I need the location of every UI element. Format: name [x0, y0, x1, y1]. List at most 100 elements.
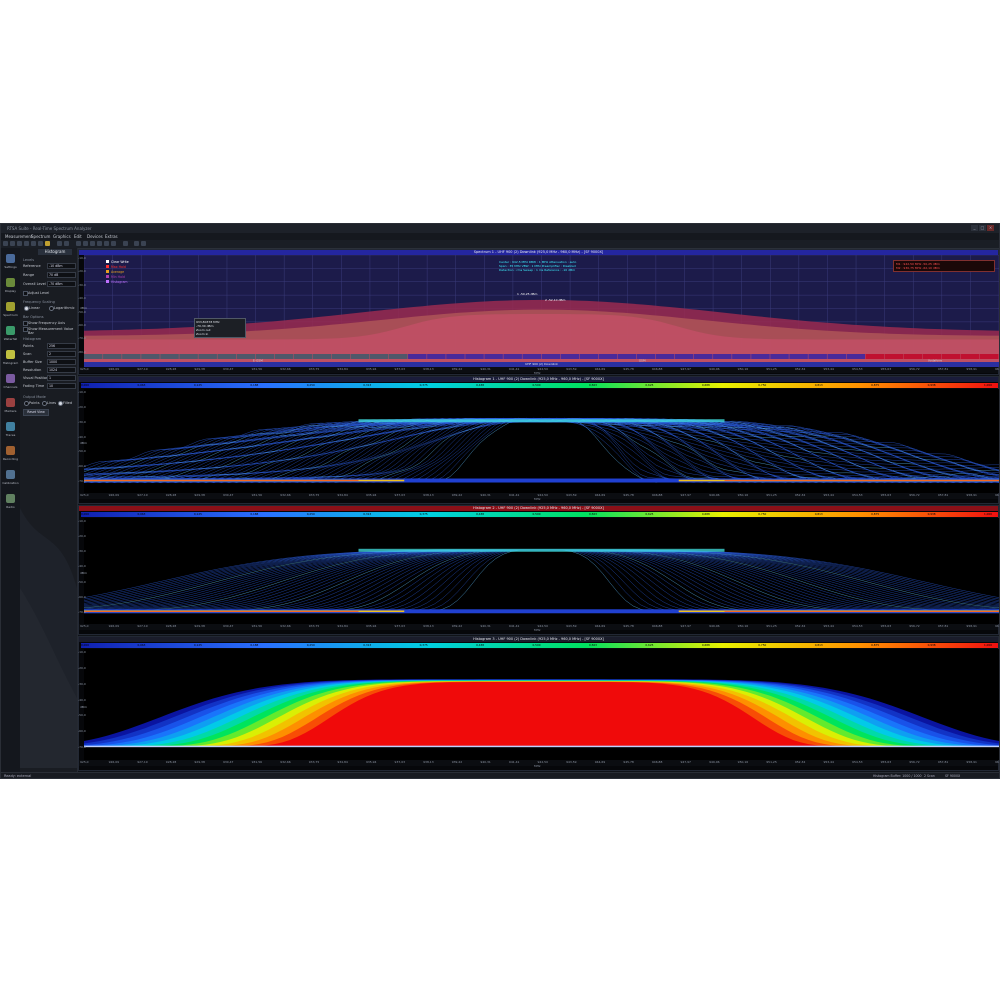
scan-field[interactable]: 2	[47, 351, 76, 357]
channel-block[interactable]	[560, 354, 580, 359]
minimize-button[interactable]: _	[971, 225, 978, 231]
nav-item-markers[interactable]: Markers	[2, 396, 19, 418]
channel-block[interactable]	[274, 354, 294, 359]
new-icon[interactable]	[3, 241, 8, 246]
channel-block[interactable]	[960, 354, 980, 359]
channel-block[interactable]	[446, 354, 465, 359]
legend-swatch[interactable]	[106, 265, 109, 268]
channel-block[interactable]	[598, 354, 618, 359]
pen-icon[interactable]	[45, 241, 50, 246]
channel-block[interactable]	[84, 354, 103, 359]
channel-block[interactable]	[179, 354, 198, 359]
open-icon[interactable]	[10, 241, 15, 246]
channel-block[interactable]	[198, 354, 217, 359]
channel-block[interactable]	[617, 354, 637, 359]
channel-block[interactable]	[751, 354, 770, 359]
nav-item-display[interactable]: Display	[2, 276, 19, 298]
save-icon[interactable]	[17, 241, 22, 246]
channel-block[interactable]	[522, 354, 541, 359]
close-button[interactable]: ×	[987, 225, 994, 231]
tab-histogram[interactable]: Histogram	[38, 249, 72, 255]
channel-block[interactable]	[331, 354, 351, 359]
menu-graphics[interactable]: Graphics	[53, 234, 71, 239]
maximize-button[interactable]: □	[979, 225, 986, 231]
channel-block[interactable]	[865, 354, 885, 359]
legend-swatch[interactable]	[106, 280, 109, 283]
range-field[interactable]: 70 dB	[47, 272, 76, 278]
channel-block[interactable]	[103, 354, 122, 359]
channel-block[interactable]	[122, 354, 141, 359]
menu-edit[interactable]: Edit	[74, 234, 82, 239]
channel-block[interactable]	[350, 354, 370, 359]
legend-swatch[interactable]	[106, 260, 109, 263]
channel-block[interactable]	[674, 354, 694, 359]
menu-devices[interactable]: Devices	[87, 234, 103, 239]
spectrum-pane[interactable]: Spectrum 1 - UHF 900 (2) Downlink (925,0…	[78, 249, 999, 375]
reference-field[interactable]: -10 dBm	[47, 263, 76, 269]
channel-block[interactable]	[655, 354, 675, 359]
histogram-3-pane[interactable]: Histogram 3 - UHF 900 (2) Downlink (925,…	[78, 636, 999, 771]
print-icon[interactable]	[24, 241, 29, 246]
legend-swatch[interactable]	[106, 270, 109, 273]
channel-block[interactable]	[217, 354, 236, 359]
nav-item-traces[interactable]: Traces	[2, 420, 19, 442]
channel-block[interactable]	[465, 354, 484, 359]
channel-block[interactable]	[713, 354, 732, 359]
run-icon[interactable]	[57, 241, 62, 246]
nav-item-waterfall[interactable]: Waterfall	[2, 324, 19, 346]
channel-block[interactable]	[427, 354, 446, 359]
nav-item-channels[interactable]: Channels	[2, 372, 19, 394]
channel-block[interactable]	[846, 354, 866, 359]
channel-block[interactable]	[941, 354, 961, 359]
channel-block[interactable]	[503, 354, 522, 359]
histogram-2-plot[interactable]	[84, 518, 999, 624]
nav-item-histogram[interactable]: Histogram	[2, 348, 19, 370]
channel-block[interactable]	[770, 354, 789, 359]
channel-block[interactable]	[579, 354, 599, 359]
channel-block[interactable]	[808, 354, 827, 359]
menu-spectrum[interactable]: Spectrum	[31, 234, 50, 239]
legend-swatch[interactable]	[106, 275, 109, 278]
histogram-1-pane[interactable]: Histogram 1 - UHF 900 (2) Downlink (925,…	[78, 376, 999, 504]
peak-marker-1[interactable]: 1 -50,25 dBm	[517, 292, 537, 296]
channel-block[interactable]	[408, 354, 427, 359]
histogram-1-plot[interactable]	[84, 389, 999, 493]
resolution-field[interactable]: 1024	[47, 367, 76, 373]
overall-level-field[interactable]: -70 dBm	[47, 281, 76, 287]
import-icon[interactable]	[111, 241, 116, 246]
undo-icon[interactable]	[134, 241, 139, 246]
channel-block[interactable]	[694, 354, 713, 359]
export-icon[interactable]	[104, 241, 109, 246]
channel-block[interactable]	[884, 354, 904, 359]
split-icon[interactable]	[90, 241, 95, 246]
channel-block[interactable]	[903, 354, 923, 359]
menu-measurement[interactable]: Measurement	[5, 234, 32, 239]
histogram-3-plot[interactable]	[84, 649, 999, 760]
fading-time-field[interactable]: 10	[47, 383, 76, 389]
screenshot-icon[interactable]	[123, 241, 128, 246]
nav-item-settings[interactable]: Settings	[2, 252, 19, 274]
peak-marker-2[interactable]: 2 -52,10 dBm	[545, 298, 565, 302]
channel-block[interactable]	[541, 354, 561, 359]
menu-extras[interactable]: Extras	[105, 234, 118, 239]
window-icon[interactable]	[97, 241, 102, 246]
channel-block[interactable]	[312, 354, 332, 359]
stop-icon[interactable]	[64, 241, 69, 246]
nav-item-calibration[interactable]: Calibration	[2, 468, 19, 490]
nav-item-spectrum[interactable]: Spectrum	[2, 300, 19, 322]
channel-block[interactable]	[484, 354, 503, 359]
channel-block[interactable]	[369, 354, 389, 359]
points-field[interactable]: 256	[47, 343, 76, 349]
reset-view-button[interactable]: Reset View	[23, 409, 49, 416]
visual-position-field[interactable]: 1	[47, 375, 76, 381]
channel-block[interactable]	[160, 354, 179, 359]
marker-icon[interactable]	[38, 241, 43, 246]
nav-item-radio[interactable]: Radio	[2, 492, 19, 514]
grid-icon[interactable]	[83, 241, 88, 246]
redo-icon[interactable]	[141, 241, 146, 246]
channel-block[interactable]	[293, 354, 313, 359]
channel-block[interactable]	[732, 354, 751, 359]
nav-item-recording[interactable]: Recording	[2, 444, 19, 466]
buffer-size-field[interactable]: 1000	[47, 359, 76, 365]
channel-block[interactable]	[979, 354, 999, 359]
